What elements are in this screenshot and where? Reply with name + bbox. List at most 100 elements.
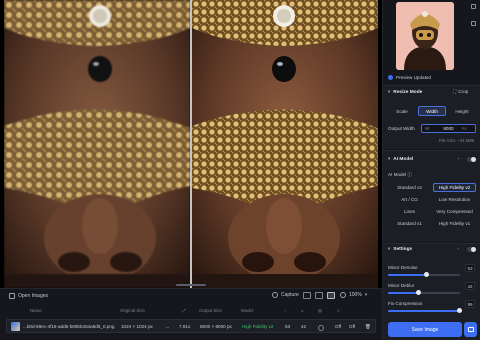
capture-button[interactable]: Capture xyxy=(272,292,299,298)
ai-model-label: AI Model ⓘ xyxy=(388,172,412,178)
preview-tools xyxy=(471,4,476,26)
crop-label: Crop xyxy=(458,89,469,94)
view-mode-group xyxy=(303,292,335,299)
resize-mode-section: ▾ Resize Mode ⛶ Crop Scale Width Height … xyxy=(383,85,480,149)
tab-height[interactable]: Height xyxy=(448,106,476,116)
model-high-fidelity-v1[interactable]: High Fidelity v1 xyxy=(433,219,476,228)
slider-knob-denoise[interactable] xyxy=(423,272,429,277)
slider-knob-deblur[interactable] xyxy=(415,290,421,295)
ai-model-toggle[interactable] xyxy=(467,157,476,162)
plus-icon xyxy=(9,293,15,299)
model-high-fidelity-v2[interactable]: High Fidelity v2 xyxy=(433,183,476,192)
resize-mode-header[interactable]: ▾ Resize Mode xyxy=(388,89,422,95)
preview-status-label: Preview Updated xyxy=(396,75,431,80)
row-model: High Fidelity v2 xyxy=(242,324,274,329)
header-original-size: Original Size xyxy=(120,308,145,313)
split-view-icon[interactable] xyxy=(315,292,323,299)
export-options-button[interactable] xyxy=(464,322,477,337)
ai-model-header[interactable]: ▾ AI Model xyxy=(388,156,413,162)
upscaled-image-pane xyxy=(192,0,378,288)
row-scale: 7.81x xyxy=(179,324,191,329)
open-images-label: Open Images xyxy=(18,293,49,299)
zoom-icon xyxy=(340,292,346,298)
slider-knob-compression[interactable] xyxy=(456,308,462,313)
slider-value-denoise[interactable]: 53 xyxy=(465,264,475,272)
model-low-resolution[interactable]: Low Resolution xyxy=(433,195,476,204)
settings-header[interactable]: ▾ Settings xyxy=(388,246,412,252)
zoom-control[interactable]: 100% ▾ xyxy=(340,292,367,298)
slider-value-compression[interactable]: 99 xyxy=(465,300,475,308)
settings-title: Settings xyxy=(393,246,413,252)
slider-fill-deblur xyxy=(388,292,419,294)
table-row[interactable]: ...b0d-89ec-4f16-add5-b89bb454a9d5_0.png… xyxy=(6,319,376,333)
slider-compression[interactable] xyxy=(388,308,462,313)
compare-icon[interactable] xyxy=(471,21,476,26)
slider-label-compression: Fix Compression xyxy=(388,301,423,306)
settings-toggle[interactable] xyxy=(467,247,476,252)
plus-icon[interactable]: + xyxy=(457,246,459,251)
width-prefix: W xyxy=(425,126,430,131)
chevron-down-icon: ▾ xyxy=(388,89,391,94)
table-header: Name Original Size ⤢ Output Size Model ◌… xyxy=(0,307,382,316)
side-by-side-view-icon[interactable] xyxy=(327,292,335,299)
preview-thumbnail[interactable] xyxy=(396,2,454,70)
info-icon: ⓘ xyxy=(407,172,413,177)
folder-icon xyxy=(467,327,474,332)
trash-icon[interactable]: 🗑 xyxy=(365,324,371,330)
plus-icon[interactable]: + xyxy=(457,156,459,161)
row-thumbnail xyxy=(11,322,20,331)
preview-image xyxy=(396,2,454,70)
slider-label-deblur: Minor Deblur xyxy=(388,283,415,288)
file-size-label: File Size: ~44.5MB xyxy=(439,138,475,143)
crop-icon: ⛶ xyxy=(453,89,457,94)
header-output-size: Output Size xyxy=(199,308,222,313)
row-filename: ...b0d-89ec-4f16-add5-b89bb454a9d5_0.png xyxy=(23,324,115,329)
resize-mode-title: Resize Mode xyxy=(393,89,423,95)
model-standard-v2[interactable]: Standard v2 xyxy=(388,183,431,192)
face-icon: ☺ xyxy=(336,308,341,313)
check-circle-icon xyxy=(318,325,324,331)
crop-button[interactable]: ⛶ Crop xyxy=(453,89,468,94)
model-standard-v1[interactable]: Standard v1 xyxy=(388,219,431,228)
slider-fill-compression xyxy=(388,310,460,312)
image-compare-viewer[interactable] xyxy=(0,0,382,288)
row-denoise-value: 53 xyxy=(285,324,291,329)
header-name: Name xyxy=(30,308,42,313)
ai-model-grid: Standard v2 High Fidelity v2 Art / CG Lo… xyxy=(388,183,476,228)
header-model: Model xyxy=(241,308,253,313)
row-face-value: Off xyxy=(335,324,342,329)
resize-mode-tabs: Scale Width Height xyxy=(388,106,476,116)
tab-width[interactable]: Width xyxy=(418,106,446,116)
output-width-label: Output Width xyxy=(388,126,415,131)
compression-icon: ◍ xyxy=(318,308,322,313)
row-original-size: 1024 × 1024 px xyxy=(121,324,153,329)
preview-status: Preview Updated xyxy=(388,75,431,80)
capture-label: Capture xyxy=(281,292,299,298)
expand-icon[interactable] xyxy=(471,4,476,9)
slider-fill-denoise xyxy=(388,274,427,276)
slider-denoise[interactable] xyxy=(388,272,460,277)
model-lines[interactable]: Lines xyxy=(388,207,431,216)
model-art-cg[interactable]: Art / CG xyxy=(388,195,431,204)
original-image xyxy=(4,0,190,288)
single-view-icon[interactable] xyxy=(303,292,311,299)
resize-handle[interactable] xyxy=(176,284,206,286)
open-images-button[interactable]: Open Images xyxy=(9,293,48,299)
width-value: 8000 xyxy=(443,126,454,131)
save-image-button[interactable]: Save Image xyxy=(388,322,462,337)
resize-arrows-icon: ⤢ xyxy=(182,308,186,313)
tab-scale[interactable]: Scale xyxy=(388,106,416,116)
bottom-toolbar: Open Images Capture 100% ▾ xyxy=(0,289,382,307)
chevron-down-icon: ▾ xyxy=(364,292,368,298)
camera-icon xyxy=(272,292,278,298)
upscaled-image xyxy=(192,0,378,288)
row-deblur-value: 42 xyxy=(301,324,307,329)
slider-deblur[interactable] xyxy=(388,290,460,295)
arrow-right-icon: → xyxy=(165,324,170,329)
output-width-input[interactable]: W 8000 PX xyxy=(421,124,476,133)
model-very-compressed[interactable]: Very Compressed xyxy=(433,207,476,216)
slider-value-deblur[interactable]: 42 xyxy=(465,282,475,290)
zoom-value: 100% xyxy=(349,292,362,298)
settings-panel: Preview Updated ▾ Resize Mode ⛶ Crop Sca… xyxy=(382,0,480,340)
chevron-down-icon: ▾ xyxy=(388,156,391,161)
